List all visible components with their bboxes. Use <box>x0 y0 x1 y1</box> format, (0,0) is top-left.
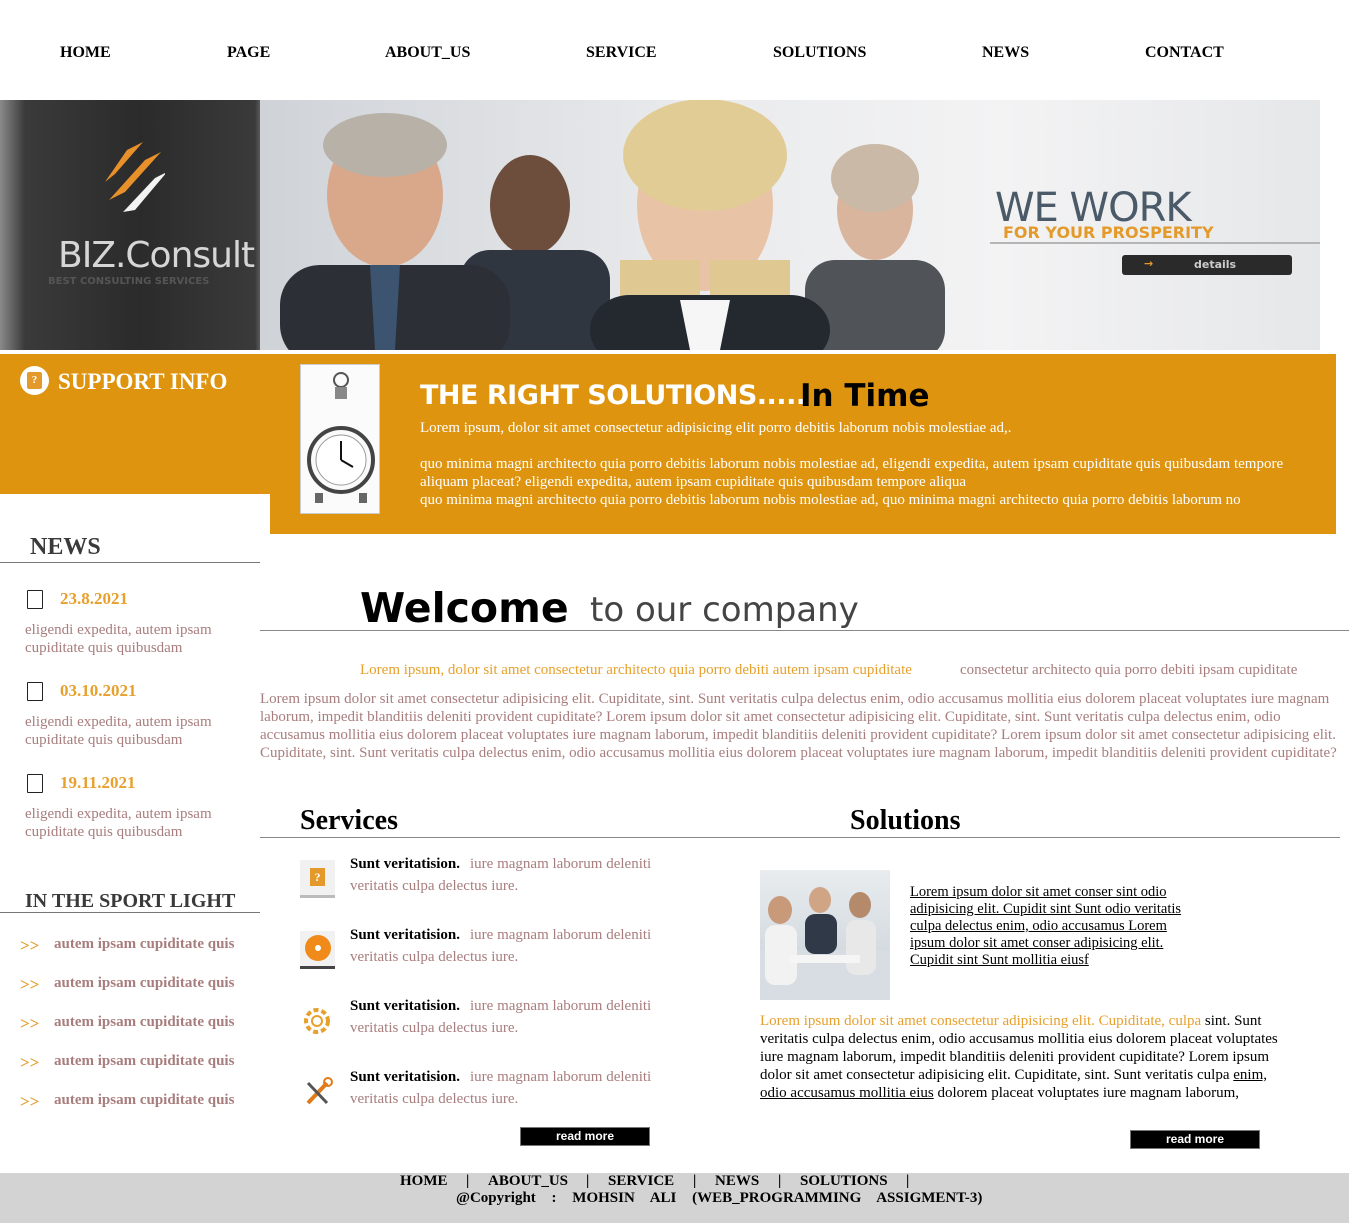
sport-light-divider <box>0 912 260 913</box>
right-solutions-line2: quo minima magni architecto quia porro d… <box>420 456 1284 490</box>
disc-icon <box>300 929 335 969</box>
alarm-clock-image <box>300 364 380 514</box>
sport-light-link[interactable]: autem ipsam cupiditate quis <box>54 1053 234 1070</box>
service-item: Sunt veritatision. iure magnam laborum d… <box>350 1066 680 1110</box>
meeting-photo <box>760 870 890 1000</box>
right-solutions-line3: quo minima magni architecto quia porro d… <box>420 492 1241 508</box>
solutions-para-text-end: dolorem placeat voluptates iure magnam l… <box>937 1085 1240 1101</box>
details-button[interactable]: → details <box>1122 255 1292 275</box>
service-item: Sunt veritatision. iure magnam laborum d… <box>350 924 680 968</box>
footer-link-about-us[interactable]: ABOUT_US <box>488 1173 568 1190</box>
arrow-icon: >> <box>20 1014 40 1033</box>
services-heading: Services <box>300 805 398 836</box>
banner-divider <box>990 242 1320 244</box>
services-divider <box>260 837 760 838</box>
support-icon: ? <box>300 858 335 898</box>
clock-icon <box>307 372 375 503</box>
right-solutions-line1: Lorem ipsum, dolor sit amet consectetur … <box>420 420 1012 436</box>
service-title: Sunt veritatision. <box>350 856 461 872</box>
news-text: eligendi expedita, autem ipsam cupiditat… <box>25 622 212 656</box>
team-photo: WE WORK FOR YOUR PROSPERITY → details <box>260 100 1320 350</box>
service-title: Sunt veritatision. <box>350 927 461 943</box>
news-date[interactable]: 19.11.2021 <box>60 773 136 793</box>
nav-service[interactable]: SERVICE <box>586 44 657 62</box>
solutions-divider <box>760 837 1340 838</box>
arrow-icon: >> <box>20 975 40 994</box>
logo-name: BIZ.Consult <box>58 235 255 276</box>
logo-mark-icon <box>105 142 165 212</box>
nav-about-us[interactable]: ABOUT_US <box>385 44 470 62</box>
tools-icon <box>306 1077 333 1105</box>
support-info-title: SUPPORT INFO <box>58 369 228 394</box>
logo-panel: BIZ.Consult BEST CONSULTING SERVICES <box>0 100 260 350</box>
nav-page[interactable]: PAGE <box>227 44 270 62</box>
news-text: eligendi expedita, autem ipsam cupiditat… <box>25 714 212 748</box>
solutions-heading: Solutions <box>850 805 961 836</box>
solutions-paragraph: Lorem ipsum dolor sit amet consectetur a… <box>760 1012 1280 1102</box>
news-text: eligendi expedita, autem ipsam cupiditat… <box>25 806 212 840</box>
news-date[interactable]: 23.8.2021 <box>60 589 128 609</box>
document-icon <box>27 774 43 793</box>
arrow-icon: >> <box>20 936 40 955</box>
news-date[interactable]: 03.10.2021 <box>60 681 137 701</box>
welcome-divider <box>260 630 1349 631</box>
nav-home[interactable]: HOME <box>60 44 111 62</box>
sport-light-link[interactable]: autem ipsam cupiditate quis <box>54 975 234 992</box>
meeting-illustration <box>760 887 890 1000</box>
gear-icon <box>304 1008 330 1034</box>
footer-separator: | <box>906 1173 910 1189</box>
footer-link-home[interactable]: HOME <box>400 1173 448 1190</box>
support-icon: ? <box>20 366 49 395</box>
right-solutions-title: THE RIGHT SOLUTIONS..... <box>420 380 806 411</box>
sport-light-link[interactable]: autem ipsam cupiditate quis <box>54 1014 234 1031</box>
footer-link-service[interactable]: SERVICE <box>608 1173 674 1190</box>
welcome-title: Welcome <box>360 584 569 632</box>
footer-link-solutions[interactable]: SOLUTIONS <box>800 1173 888 1190</box>
document-icon <box>27 682 43 701</box>
services-read-more-button[interactable]: read more <box>520 1127 650 1146</box>
logo-tagline: BEST CONSULTING SERVICES <box>48 276 210 287</box>
service-item: Sunt veritatision. iure magnam laborum d… <box>350 995 680 1039</box>
news-heading: NEWS <box>30 534 101 560</box>
footer-separator: | <box>693 1173 697 1189</box>
arrow-icon: >> <box>20 1053 40 1072</box>
nav-contact[interactable]: CONTACT <box>1145 44 1224 62</box>
service-item: Sunt veritatision. iure magnam laborum d… <box>350 853 680 897</box>
solutions-read-more-button[interactable]: read more <box>1130 1130 1260 1149</box>
solutions-para-orange: Lorem ipsum dolor sit amet consectetur a… <box>760 1013 1202 1029</box>
solutions-link[interactable]: Lorem ipsum dolor sit amet conser sint o… <box>910 884 1195 969</box>
service-title: Sunt veritatision. <box>350 998 461 1014</box>
footer-separator: | <box>778 1173 782 1189</box>
news-divider <box>0 562 260 563</box>
footer-separator: | <box>586 1173 590 1189</box>
sport-light-heading: IN THE SPORT LIGHT <box>25 890 236 912</box>
details-label: details <box>1194 258 1237 271</box>
hero-banner: BIZ.Consult BEST CONSULTING SERVICES WE … <box>0 100 1320 350</box>
sport-light-link[interactable]: autem ipsam cupiditate quis <box>54 936 234 953</box>
welcome-paragraph: Lorem ipsum dolor sit amet consectetur a… <box>260 691 1337 761</box>
service-title: Sunt veritatision. <box>350 1069 461 1085</box>
welcome-subtitle: to our company <box>590 590 859 630</box>
arrow-icon: >> <box>20 1092 40 1111</box>
right-solutions-title-emphasis: In Time <box>800 378 930 414</box>
footer-separator: | <box>466 1173 470 1189</box>
nav-news[interactable]: NEWS <box>982 44 1029 62</box>
arrow-right-icon: → <box>1144 257 1154 270</box>
footer-copyright: @Copyright : MOHSIN ALI (WEB_PROGRAMMING… <box>456 1190 983 1206</box>
sport-light-link[interactable]: autem ipsam cupiditate quis <box>54 1092 234 1109</box>
banner-subheadline: FOR YOUR PROSPERITY <box>1003 223 1214 242</box>
welcome-lead-brown: consectetur architecto quia porro debiti… <box>960 662 1298 678</box>
nav-solutions[interactable]: SOLUTIONS <box>773 44 866 62</box>
document-icon <box>27 590 43 609</box>
welcome-lead-orange: Lorem ipsum, dolor sit amet consectetur … <box>360 662 912 678</box>
footer-link-news[interactable]: NEWS <box>715 1173 759 1190</box>
